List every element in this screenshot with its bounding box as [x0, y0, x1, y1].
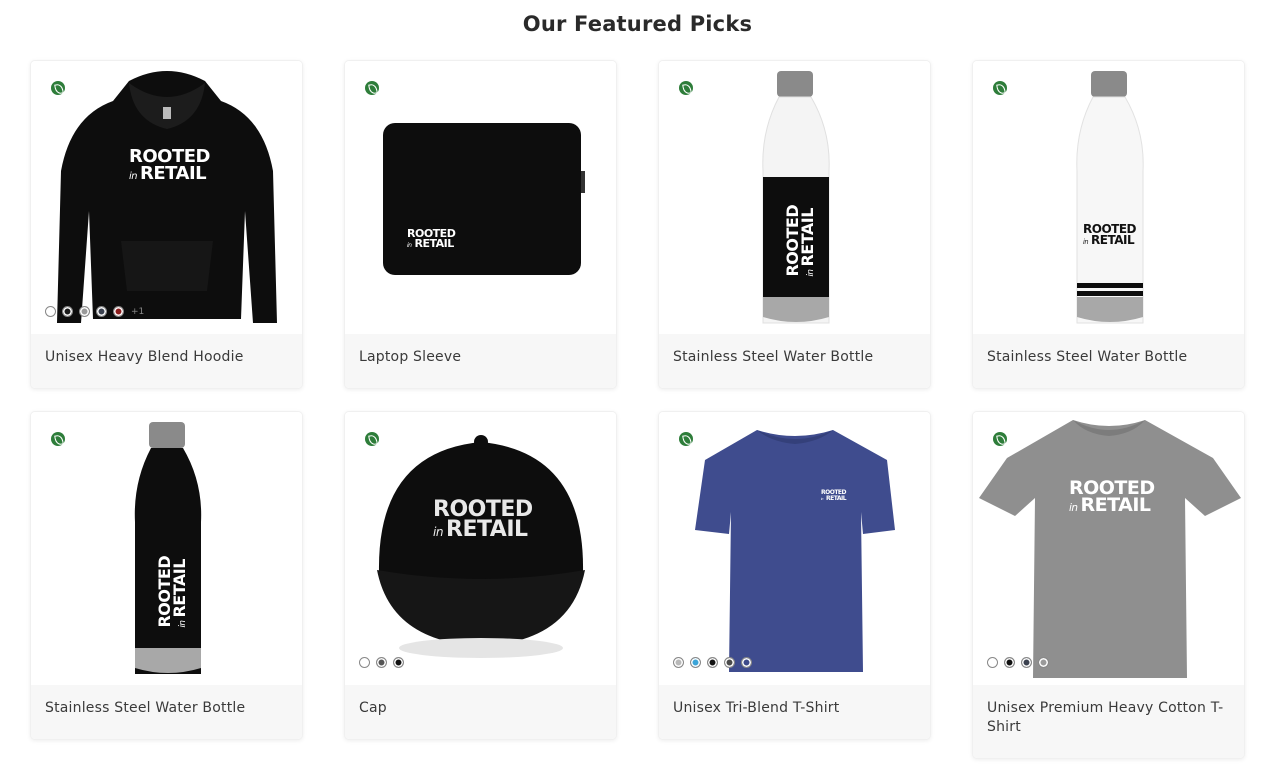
product-image[interactable]: ROOTED inRETAIL: [345, 412, 616, 685]
swatch-navy[interactable]: [741, 657, 752, 668]
swatch-black[interactable]: [707, 657, 718, 668]
product-image[interactable]: ROOTED inRETAIL: [31, 412, 302, 685]
swatch-light-grey[interactable]: [673, 657, 684, 668]
product-card-water-bottle[interactable]: ROOTED inRETAIL Stainless Steel Water Bo…: [972, 60, 1245, 389]
swatch-dark-grey[interactable]: [376, 657, 387, 668]
leaf-icon: [679, 81, 693, 95]
swatch-black[interactable]: [393, 657, 404, 668]
brand-logo: ROOTED inRETAIL: [783, 204, 817, 277]
product-name[interactable]: Stainless Steel Water Bottle: [973, 334, 1244, 388]
product-name[interactable]: Stainless Steel Water Bottle: [31, 685, 302, 739]
swatch-maroon[interactable]: [113, 306, 124, 317]
leaf-icon: [679, 432, 693, 446]
tshirt-image: [695, 430, 895, 672]
product-card-cap[interactable]: ROOTED in RETAIL Cap: [344, 411, 617, 740]
swatch-charcoal[interactable]: [724, 657, 735, 668]
color-swatches: [359, 657, 404, 668]
brand-logo: ROOTED inRETAIL: [433, 497, 533, 543]
brand-logo: ROOTED inRETAIL: [1069, 477, 1155, 517]
color-swatches: +1: [45, 306, 144, 317]
product-card-hoodie[interactable]: ROOTED in RETAIL +1 Unisex Heavy Blend Ho…: [30, 60, 303, 389]
color-swatches: [987, 657, 1049, 668]
laptop-sleeve-image: [383, 123, 585, 275]
swatch-grey[interactable]: [79, 306, 90, 317]
leaf-icon: [993, 81, 1007, 95]
product-card-heavy-cotton-tshirt[interactable]: ROOTED in RETAIL Unisex Premium Heavy Cot…: [972, 411, 1245, 759]
water-bottle-image: [762, 71, 830, 324]
product-name[interactable]: Cap: [345, 685, 616, 739]
product-image[interactable]: ROOTED inRETAIL: [973, 61, 1244, 334]
product-card-water-bottle[interactable]: ROOTED inRETAIL Stainless Steel Water Bo…: [30, 411, 303, 740]
leaf-icon: [51, 432, 65, 446]
cap-image: [377, 435, 585, 658]
brand-logo: ROOTED inRETAIL: [821, 489, 847, 502]
product-image[interactable]: ROOTED inRETAIL: [659, 412, 930, 685]
leaf-icon: [51, 81, 65, 95]
swatch-grey[interactable]: [1038, 657, 1049, 668]
product-name[interactable]: Unisex Heavy Blend Hoodie: [31, 334, 302, 388]
product-card-water-bottle[interactable]: ROOTED inRETAIL Stainless Steel Water Bo…: [658, 60, 931, 389]
swatch-black[interactable]: [1004, 657, 1015, 668]
product-name[interactable]: Laptop Sleeve: [345, 334, 616, 388]
swatch-black[interactable]: [62, 306, 73, 317]
swatch-navy[interactable]: [1021, 657, 1032, 668]
product-image[interactable]: ROOTED inRETAIL: [659, 61, 930, 334]
brand-logo: ROOTED inRETAIL: [1083, 222, 1137, 248]
swatch-white[interactable]: [45, 306, 56, 317]
swatch-white[interactable]: [359, 657, 370, 668]
product-name[interactable]: Stainless Steel Water Bottle: [659, 334, 930, 388]
product-image[interactable]: ROOTED in RETAIL +1: [31, 61, 302, 334]
leaf-icon: [993, 432, 1007, 446]
product-card-tri-blend-tshirt[interactable]: ROOTED in RETAIL Unisex Tri-Blend T-Shirt: [658, 411, 931, 740]
product-image[interactable]: ROOTED inRETAIL: [345, 61, 616, 334]
tshirt-image: [979, 420, 1241, 678]
hoodie-image: [57, 71, 277, 323]
page-title: Our Featured Picks: [522, 12, 753, 36]
leaf-icon: [365, 81, 379, 95]
product-name[interactable]: Unisex Tri-Blend T-Shirt: [659, 685, 930, 739]
product-image[interactable]: ROOTED inRETAIL: [973, 412, 1244, 685]
brand-logo: ROOTED inRETAIL: [407, 227, 456, 251]
brand-logo: ROOTED inRETAIL: [129, 146, 210, 184]
water-bottle-image: [134, 422, 202, 674]
leaf-icon: [365, 432, 379, 446]
swatch-blue[interactable]: [690, 657, 701, 668]
swatch-navy[interactable]: [96, 306, 107, 317]
brand-logo: ROOTED inRETAIL: [155, 555, 189, 628]
product-card-laptop-sleeve[interactable]: ROOTED in RETAIL Laptop Sleeve: [344, 60, 617, 389]
color-swatches: [673, 657, 752, 668]
product-name[interactable]: Unisex Premium Heavy Cotton T-Shirt: [973, 685, 1244, 758]
water-bottle-image: [1076, 71, 1144, 324]
swatch-white[interactable]: [987, 657, 998, 668]
more-colors-count[interactable]: +1: [131, 307, 144, 317]
